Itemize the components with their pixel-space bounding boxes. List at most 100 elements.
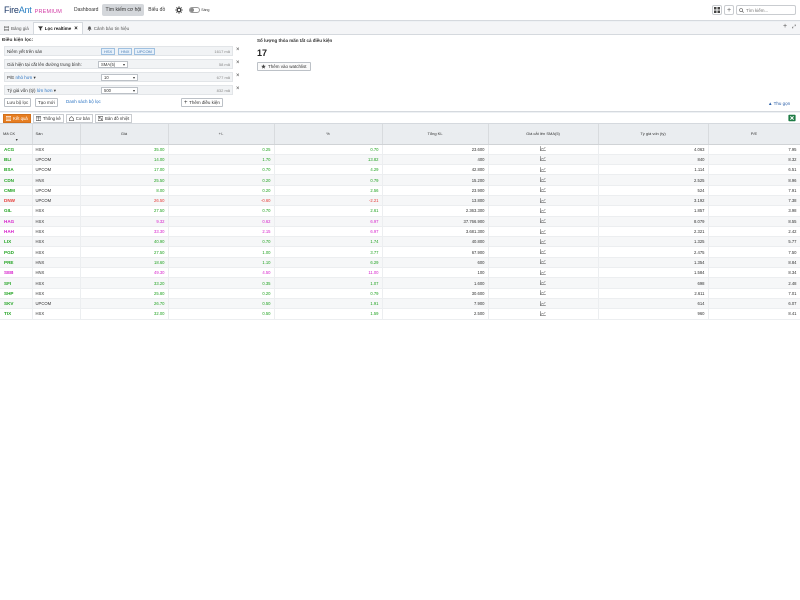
fireant-logo[interactable]: FireAnt PREMIUM: [4, 5, 62, 15]
exchange-chip-hsx[interactable]: HSX: [101, 47, 116, 55]
remove-condition-icon[interactable]: ×: [236, 60, 240, 66]
symbol-cell[interactable]: HAG: [0, 216, 33, 227]
chart-cell[interactable]: [488, 144, 599, 155]
chart-cell[interactable]: [488, 236, 599, 248]
symbol-cell[interactable]: BSA: [0, 164, 33, 176]
col-header-market-cap[interactable]: Tỷ giá vốn (tỷ): [598, 124, 709, 145]
tab-signal-alerts[interactable]: Cảnh báo tin hiệu: [83, 22, 133, 34]
line-chart-icon[interactable]: [540, 311, 546, 316]
symbol-cell[interactable]: TIX: [0, 308, 33, 320]
table-row[interactable]: SHP HSX 25.80 0.20 0.79 30.600 2.611 7.01: [0, 288, 800, 299]
col-header-exchange[interactable]: Sàn: [32, 124, 81, 145]
layout-grid-button[interactable]: [712, 5, 722, 15]
symbol-cell[interactable]: SFI: [0, 277, 33, 289]
line-chart-icon[interactable]: [540, 249, 546, 255]
symbol-cell[interactable]: GIL: [0, 205, 33, 217]
tab-realtime-filter[interactable]: Lọc realtime ×: [32, 22, 83, 34]
tab-results[interactable]: Kết quả: [3, 113, 31, 123]
table-row[interactable]: HAH HSX 33.30 2.15 6.97 3.681.300 2.321 2.42: [0, 226, 800, 238]
col-header-symbol[interactable]: Mã CK ▼: [0, 124, 33, 145]
add-watchlist-button[interactable]: Thêm vào watchlist: [257, 62, 311, 71]
line-chart-icon[interactable]: [540, 177, 546, 182]
line-chart-icon[interactable]: [540, 269, 546, 275]
chart-cell[interactable]: [488, 226, 599, 238]
close-icon[interactable]: ×: [74, 26, 78, 32]
expand-icon[interactable]: ⤢: [792, 24, 796, 30]
symbol-cell[interactable]: SKV: [0, 298, 33, 310]
chart-cell[interactable]: [488, 246, 599, 258]
chart-cell[interactable]: [488, 277, 599, 289]
symbol-cell[interactable]: PRE: [0, 257, 33, 269]
symbol-cell[interactable]: PGD: [0, 246, 33, 258]
collapse-button[interactable]: ▲ Thu gọn: [768, 101, 790, 106]
remove-condition-icon[interactable]: ×: [236, 73, 240, 79]
line-chart-icon[interactable]: [540, 146, 546, 152]
table-row[interactable]: SEB HNX 49.30 4.50 11.00 100 1.584 8.34: [0, 267, 800, 279]
chart-cell[interactable]: [488, 185, 599, 196]
value-select[interactable]: 10 ▾: [101, 73, 138, 81]
nav-dashboard[interactable]: Dashboard: [71, 4, 101, 16]
tab-heatmap[interactable]: Bản đồ nhiệt: [95, 113, 133, 123]
table-row[interactable]: BSA UPCOM 17.00 0.70 4.29 42.800 1.114 6.51: [0, 164, 800, 176]
add-button[interactable]: +: [724, 5, 734, 15]
symbol-cell[interactable]: BLI: [0, 154, 33, 166]
operator-select[interactable]: nhỏ hơn: [16, 75, 33, 80]
symbol-cell[interactable]: SEB: [0, 267, 33, 279]
chart-cell[interactable]: [488, 154, 599, 166]
symbol-cell[interactable]: HAH: [0, 226, 33, 238]
theme-toggle[interactable]: Sáng: [189, 7, 209, 13]
chart-cell[interactable]: [488, 257, 599, 269]
table-row[interactable]: PGD HSX 27.50 1.00 3.77 67.900 2.475 7.50: [0, 246, 800, 258]
col-header-percent[interactable]: %: [274, 124, 383, 145]
table-row[interactable]: SKV UPCOM 26.70 0.50 1.91 7.900 614 6.07: [0, 298, 800, 310]
toggle-switch[interactable]: [189, 7, 201, 13]
exchange-chip-hnx[interactable]: HNX: [118, 47, 133, 55]
operator-select[interactable]: lớn hơn: [37, 88, 53, 93]
table-row[interactable]: DNW UPCOM 26.50 -0.60 -2.21 13.800 3.192 7.38: [0, 195, 800, 207]
nav-chart[interactable]: Biểu đồ: [145, 4, 168, 16]
chart-cell[interactable]: [488, 174, 599, 186]
table-row[interactable]: CDN HNX 25.50 0.20 0.79 15.200 2.525 8.96: [0, 174, 800, 186]
chart-cell[interactable]: [488, 205, 599, 217]
chart-cell[interactable]: [488, 164, 599, 176]
search-input[interactable]: [746, 7, 794, 13]
chart-cell[interactable]: [488, 288, 599, 299]
table-row[interactable]: CMM UPCOM 8.00 0.20 2.56 23.900 524 7.91: [0, 185, 800, 196]
symbol-cell[interactable]: DNW: [0, 195, 33, 207]
line-chart-icon[interactable]: [540, 239, 546, 244]
table-row[interactable]: HAG HSX 9.32 0.62 6.97 37.766.900 8.079 8.55: [0, 216, 800, 227]
table-row[interactable]: SFI HSX 33.20 0.35 1.07 1.600 698 2.48: [0, 277, 800, 289]
sma-select[interactable]: SMA(5) ▾: [98, 60, 128, 68]
gear-icon[interactable]: [175, 6, 183, 14]
line-chart-icon[interactable]: [540, 197, 546, 203]
line-chart-icon[interactable]: [540, 259, 546, 265]
line-chart-icon[interactable]: [540, 166, 546, 172]
line-chart-icon[interactable]: [540, 300, 546, 306]
col-header-sma-cross[interactable]: Giá cắt lên SMA(5): [488, 124, 599, 145]
line-chart-icon[interactable]: [540, 218, 546, 224]
line-chart-icon[interactable]: [540, 290, 546, 296]
tab-price-board[interactable]: Bảng giá: [0, 22, 33, 34]
search-box[interactable]: [736, 5, 796, 15]
tab-statistics[interactable]: Thống kê: [32, 113, 64, 123]
chart-cell[interactable]: [488, 216, 599, 227]
add-condition-button[interactable]: + Thêm điều kiện: [181, 98, 223, 107]
symbol-cell[interactable]: CDN: [0, 174, 33, 186]
table-row[interactable]: PRE HNX 18.60 1.10 6.29 600 1.354 8.84: [0, 257, 800, 269]
tab-fundamentals[interactable]: Cơ bản: [65, 113, 94, 123]
col-header-pe[interactable]: P/E: [708, 124, 800, 145]
table-row[interactable]: ACG HSX 35.00 0.25 0.70 23.600 4.063 7.95: [0, 144, 800, 155]
chart-cell[interactable]: [488, 308, 599, 320]
chart-cell[interactable]: [488, 267, 599, 279]
table-row[interactable]: TIX HSX 32.00 0.50 1.59 2.500 960 8.41: [0, 308, 800, 320]
col-header-volume[interactable]: Tổng KL: [382, 124, 489, 145]
save-filter-button[interactable]: Lưu bộ lọc: [4, 98, 32, 107]
value-select[interactable]: 500 ▾: [101, 86, 138, 94]
add-tab-icon[interactable]: +: [783, 23, 787, 30]
symbol-cell[interactable]: SHP: [0, 288, 33, 299]
symbol-cell[interactable]: LIX: [0, 236, 33, 248]
exchange-chip-upcom[interactable]: UPCOM: [134, 47, 155, 55]
chart-cell[interactable]: [488, 195, 599, 207]
line-chart-icon[interactable]: [540, 280, 546, 285]
symbol-cell[interactable]: ACG: [0, 144, 33, 155]
